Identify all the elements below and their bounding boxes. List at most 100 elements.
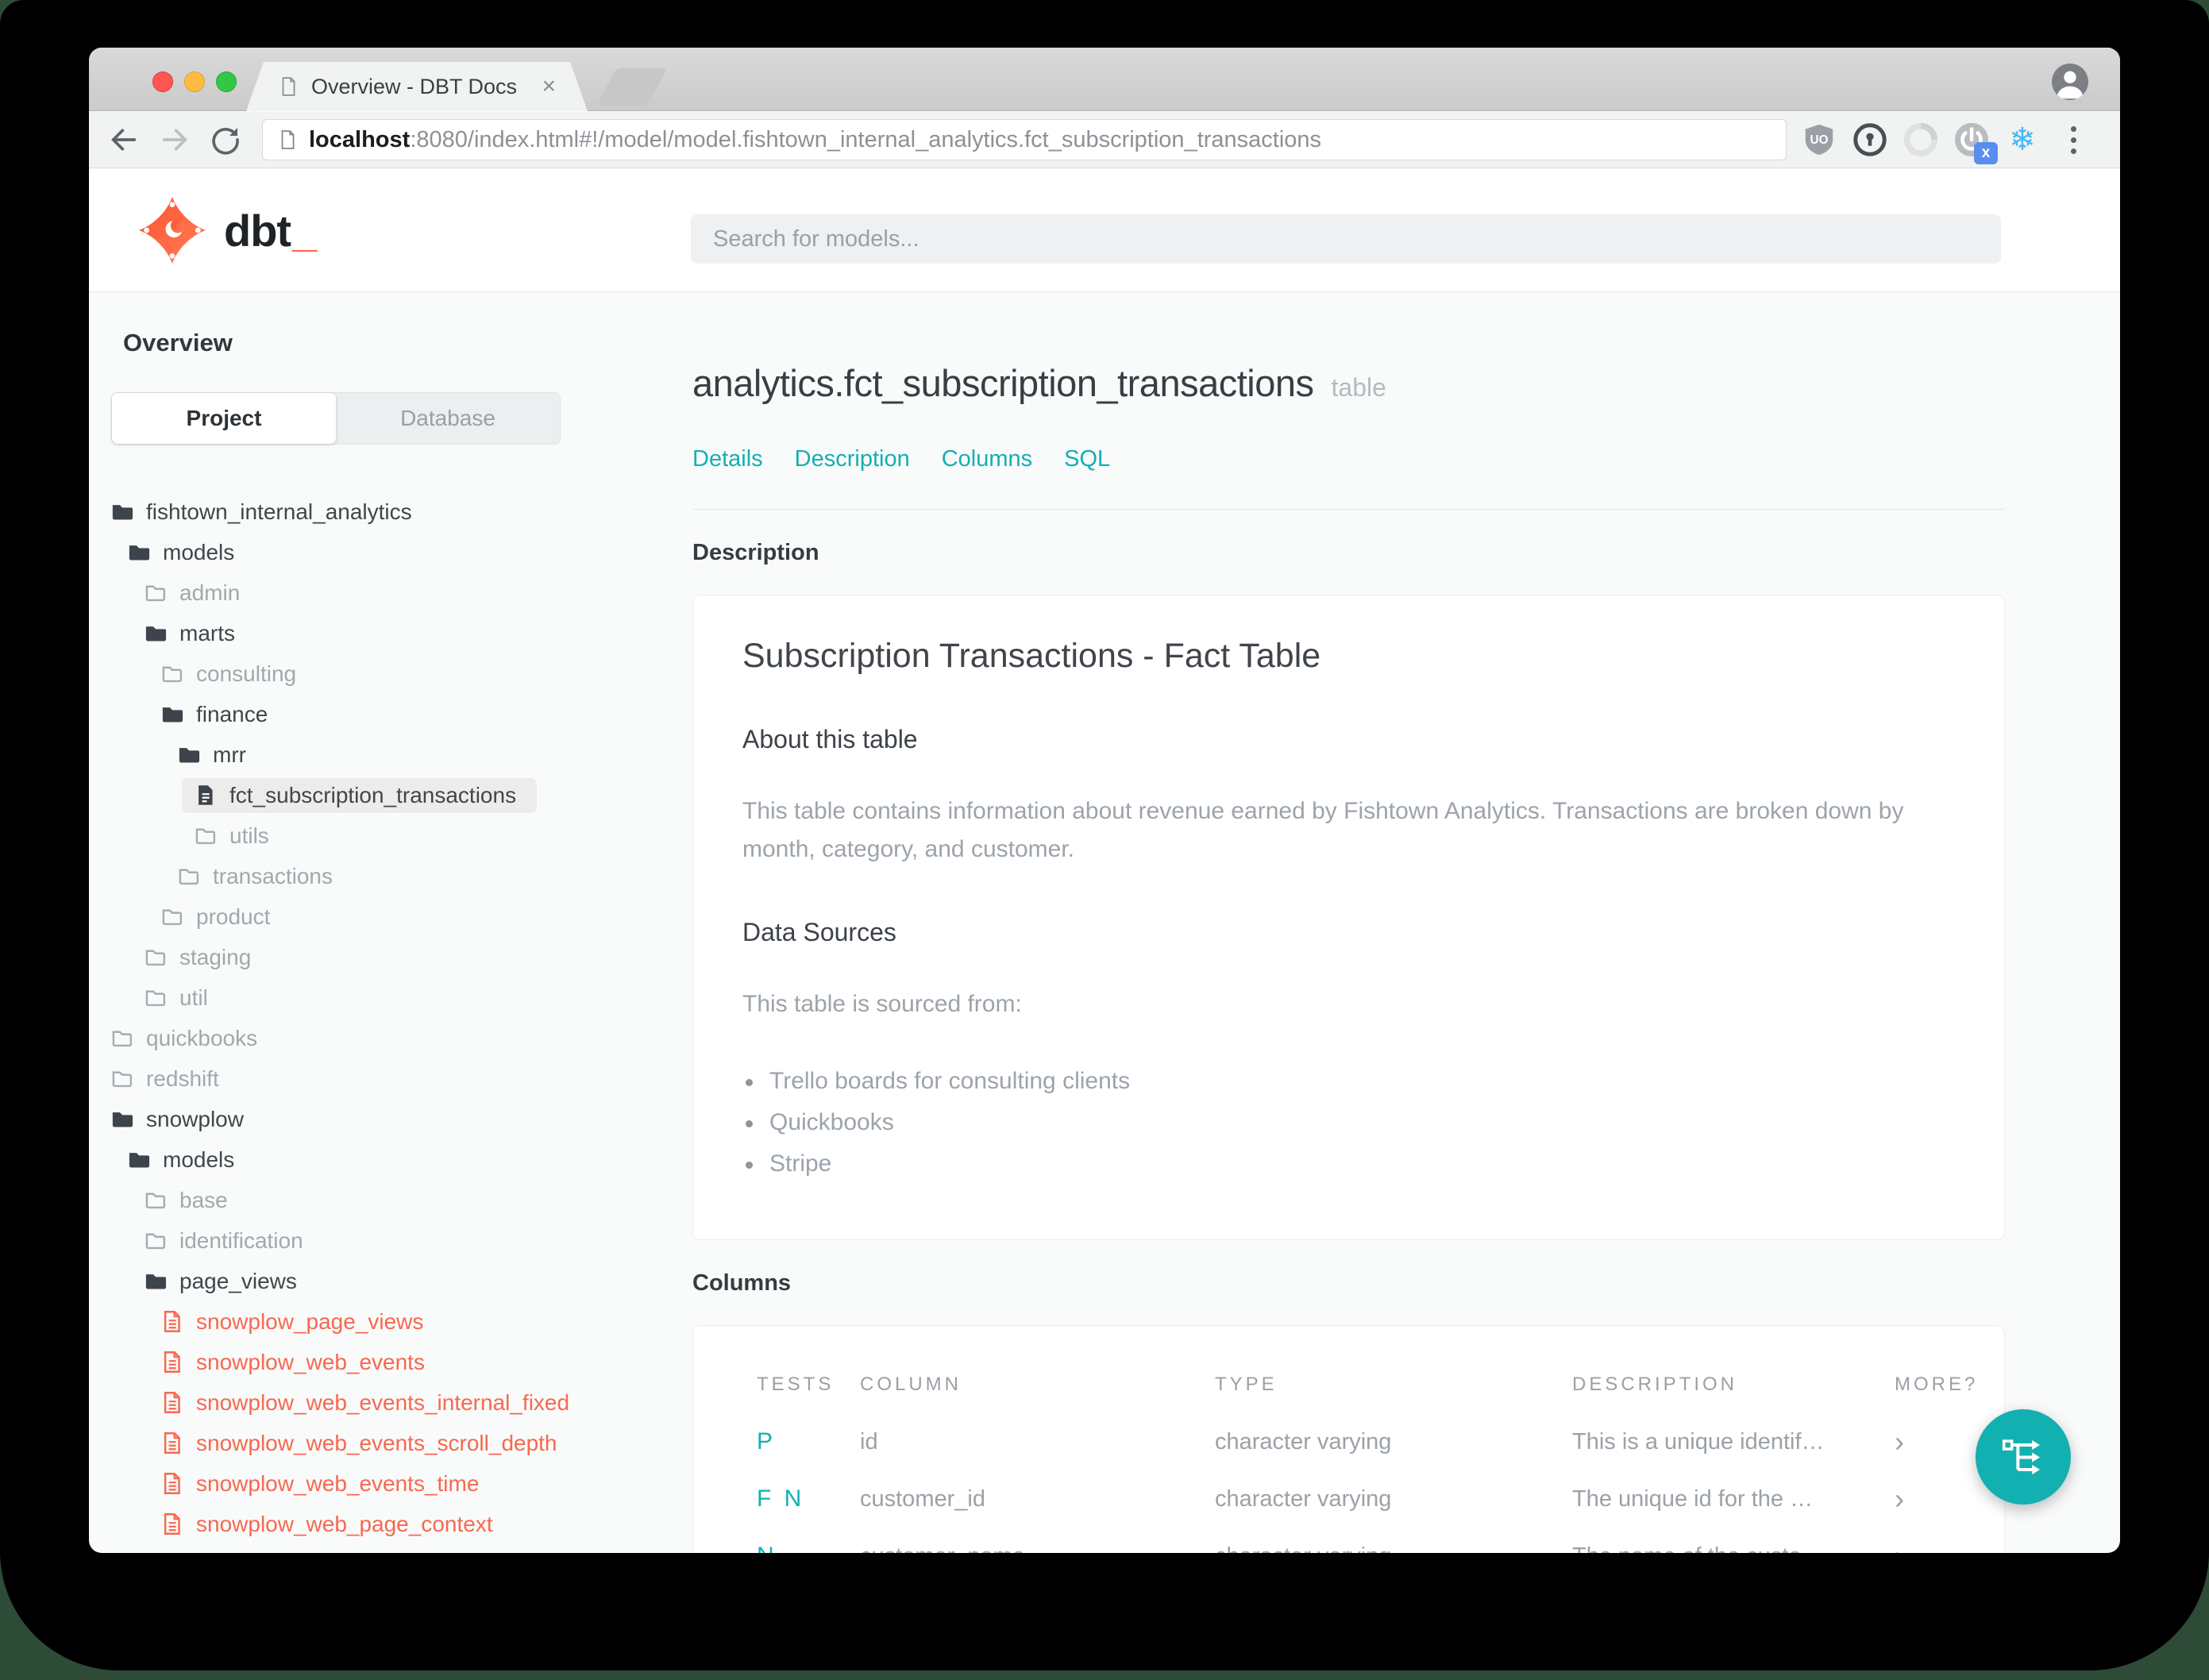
tree-item[interactable]: base xyxy=(89,1180,665,1220)
browser-tab[interactable]: Overview - DBT Docs × xyxy=(246,62,588,111)
tree-item[interactable]: snowplow_page_views xyxy=(89,1301,665,1342)
tab-database[interactable]: Database xyxy=(336,393,560,444)
tree-node-label: snowplow_web_events_scroll_depth xyxy=(196,1430,557,1455)
back-icon[interactable] xyxy=(108,124,140,156)
tree-node-icon xyxy=(160,1390,184,1415)
ublock-extension-icon[interactable]: UO xyxy=(1801,121,1837,158)
lineage-graph-button[interactable] xyxy=(1976,1409,2071,1505)
resource-type-tag: table xyxy=(1331,373,1386,402)
tree-node-icon xyxy=(160,1350,184,1374)
tree-node-icon xyxy=(160,1471,184,1496)
table-row[interactable]: P id character varying This is a unique … xyxy=(757,1413,1956,1470)
tree-item[interactable]: snowplow_web_events_internal_fixed xyxy=(89,1382,665,1423)
tree-item[interactable]: snowplow_web_events_scroll_depth xyxy=(89,1423,665,1463)
tree-node-icon xyxy=(126,1147,151,1172)
tree-item[interactable]: util xyxy=(89,977,665,1018)
main-panel: analytics.fct_subscription_transactions … xyxy=(665,293,2120,1553)
url-bar[interactable]: localhost:8080/index.html#!/model/model.… xyxy=(262,119,1787,160)
tree-item[interactable]: quickbooks xyxy=(89,1018,665,1058)
tree-node-label: redshift xyxy=(146,1065,219,1091)
source-item: Stripe xyxy=(746,1150,1956,1177)
dbt-logo[interactable]: dbt_ xyxy=(137,195,317,266)
tree-node-icon xyxy=(110,1107,134,1131)
page-icon[interactable] xyxy=(277,128,298,152)
browser-window: Overview - DBT Docs × localhost:8080/ind… xyxy=(89,48,2120,1553)
tree-item[interactable]: models xyxy=(89,1139,665,1180)
header-more: MORE? xyxy=(1895,1374,1979,1395)
new-tab-button[interactable] xyxy=(596,68,668,105)
section-nav-link[interactable]: SQL xyxy=(1064,446,1110,472)
tree-item[interactable]: mrr xyxy=(89,734,665,775)
table-row[interactable]: N customer_name character varying The na… xyxy=(757,1528,1956,1553)
tree-node-icon xyxy=(160,1309,184,1334)
reload-icon[interactable] xyxy=(210,124,241,156)
tree-item[interactable]: utils xyxy=(89,815,665,856)
tree-item[interactable]: page_views xyxy=(89,1261,665,1301)
tree-node-label: snowplow_web_events_time xyxy=(196,1470,480,1496)
extension-badge: x xyxy=(1974,142,1998,164)
tree-node-icon xyxy=(193,783,218,807)
tree-item[interactable]: models xyxy=(89,532,665,572)
section-nav-link[interactable]: Details xyxy=(692,446,763,472)
content-area: Overview Project Database fishtown_inter… xyxy=(89,293,2120,1553)
tree-node-label: snowplow_page_views xyxy=(196,1308,424,1334)
profile-avatar-icon[interactable] xyxy=(2052,64,2088,100)
header-tests: TESTS xyxy=(757,1374,835,1395)
browser-menu-icon[interactable] xyxy=(2055,121,2091,158)
snowflake-extension-icon[interactable]: ❄ xyxy=(2004,121,2041,158)
tree-item[interactable]: redshift xyxy=(89,1058,665,1099)
cell-description: The name of the custo… xyxy=(1572,1543,1861,1554)
sources-intro: This table is sourced from: xyxy=(742,991,1022,1017)
tree-node-icon xyxy=(143,1269,168,1293)
tree-item[interactable]: product xyxy=(89,896,665,937)
disabled-extension-icon[interactable] xyxy=(1903,121,1939,158)
tab-project[interactable]: Project xyxy=(112,393,336,444)
sidebar: Overview Project Database fishtown_inter… xyxy=(89,293,665,1553)
tree-item[interactable]: staging xyxy=(89,937,665,977)
sidebar-tab-switch: Project Database xyxy=(111,392,561,445)
tab-title: Overview - DBT Docs xyxy=(311,74,518,98)
url-host: localhost xyxy=(309,126,411,152)
cell-type: character varying xyxy=(1215,1428,1392,1455)
expand-row-icon[interactable]: › xyxy=(1861,1482,1956,1516)
section-nav-link[interactable]: Description xyxy=(795,446,910,472)
window-close-button[interactable] xyxy=(152,71,173,92)
window-zoom-button[interactable] xyxy=(216,71,237,92)
tree-item[interactable]: fishtown_internal_analytics xyxy=(89,491,665,532)
cell-description: The unique id for the … xyxy=(1572,1485,1814,1512)
card-title: Subscription Transactions - Fact Table xyxy=(742,637,1321,675)
file-tree: fishtown_internal_analytics models admin… xyxy=(89,491,665,1544)
tree-node-icon xyxy=(160,702,184,726)
tree-item[interactable]: snowplow_web_events xyxy=(89,1342,665,1382)
table-row[interactable]: F N customer_id character varying The un… xyxy=(757,1470,1956,1528)
tree-item[interactable]: snowplow_web_page_context xyxy=(89,1504,665,1544)
lineage-graph-icon xyxy=(2002,1439,2041,1475)
section-nav-link[interactable]: Columns xyxy=(942,446,1032,472)
header-description: DESCRIPTION xyxy=(1572,1374,1738,1395)
window-minimize-button[interactable] xyxy=(184,71,205,92)
page-title: analytics.fct_subscription_transactions xyxy=(692,362,1314,404)
onepassword-extension-icon[interactable] xyxy=(1852,121,1888,158)
search-input[interactable] xyxy=(691,214,2001,264)
sidebar-title: Overview xyxy=(123,329,233,356)
forward-icon[interactable] xyxy=(159,124,191,156)
tree-item[interactable]: snowplow xyxy=(89,1099,665,1139)
page-icon xyxy=(278,75,299,98)
tree-node-label: staging xyxy=(179,944,252,969)
tree-item[interactable]: consulting xyxy=(89,653,665,694)
tree-item[interactable]: admin xyxy=(89,572,665,613)
tab-close-icon[interactable]: × xyxy=(542,75,556,98)
expand-row-icon[interactable]: › xyxy=(1861,1425,1956,1458)
url-path: :8080/index.html#!/model/model.fishtown_… xyxy=(410,126,1322,152)
expand-row-icon[interactable]: › xyxy=(1861,1539,1956,1553)
tree-node-label: marts xyxy=(179,620,235,645)
power-extension-icon[interactable]: x xyxy=(1953,121,1998,164)
sources-list: Trello boards for consulting clients Quic… xyxy=(742,1068,1956,1177)
tree-item[interactable]: finance xyxy=(89,694,665,734)
tree-item[interactable]: marts xyxy=(89,613,665,653)
tree-item[interactable]: identification xyxy=(89,1220,665,1261)
tree-item[interactable]: transactions xyxy=(89,856,665,896)
tree-node-icon xyxy=(143,1188,168,1212)
tree-item[interactable]: fct_subscription_transactions xyxy=(89,775,665,815)
tree-item[interactable]: snowplow_web_events_time xyxy=(89,1463,665,1504)
